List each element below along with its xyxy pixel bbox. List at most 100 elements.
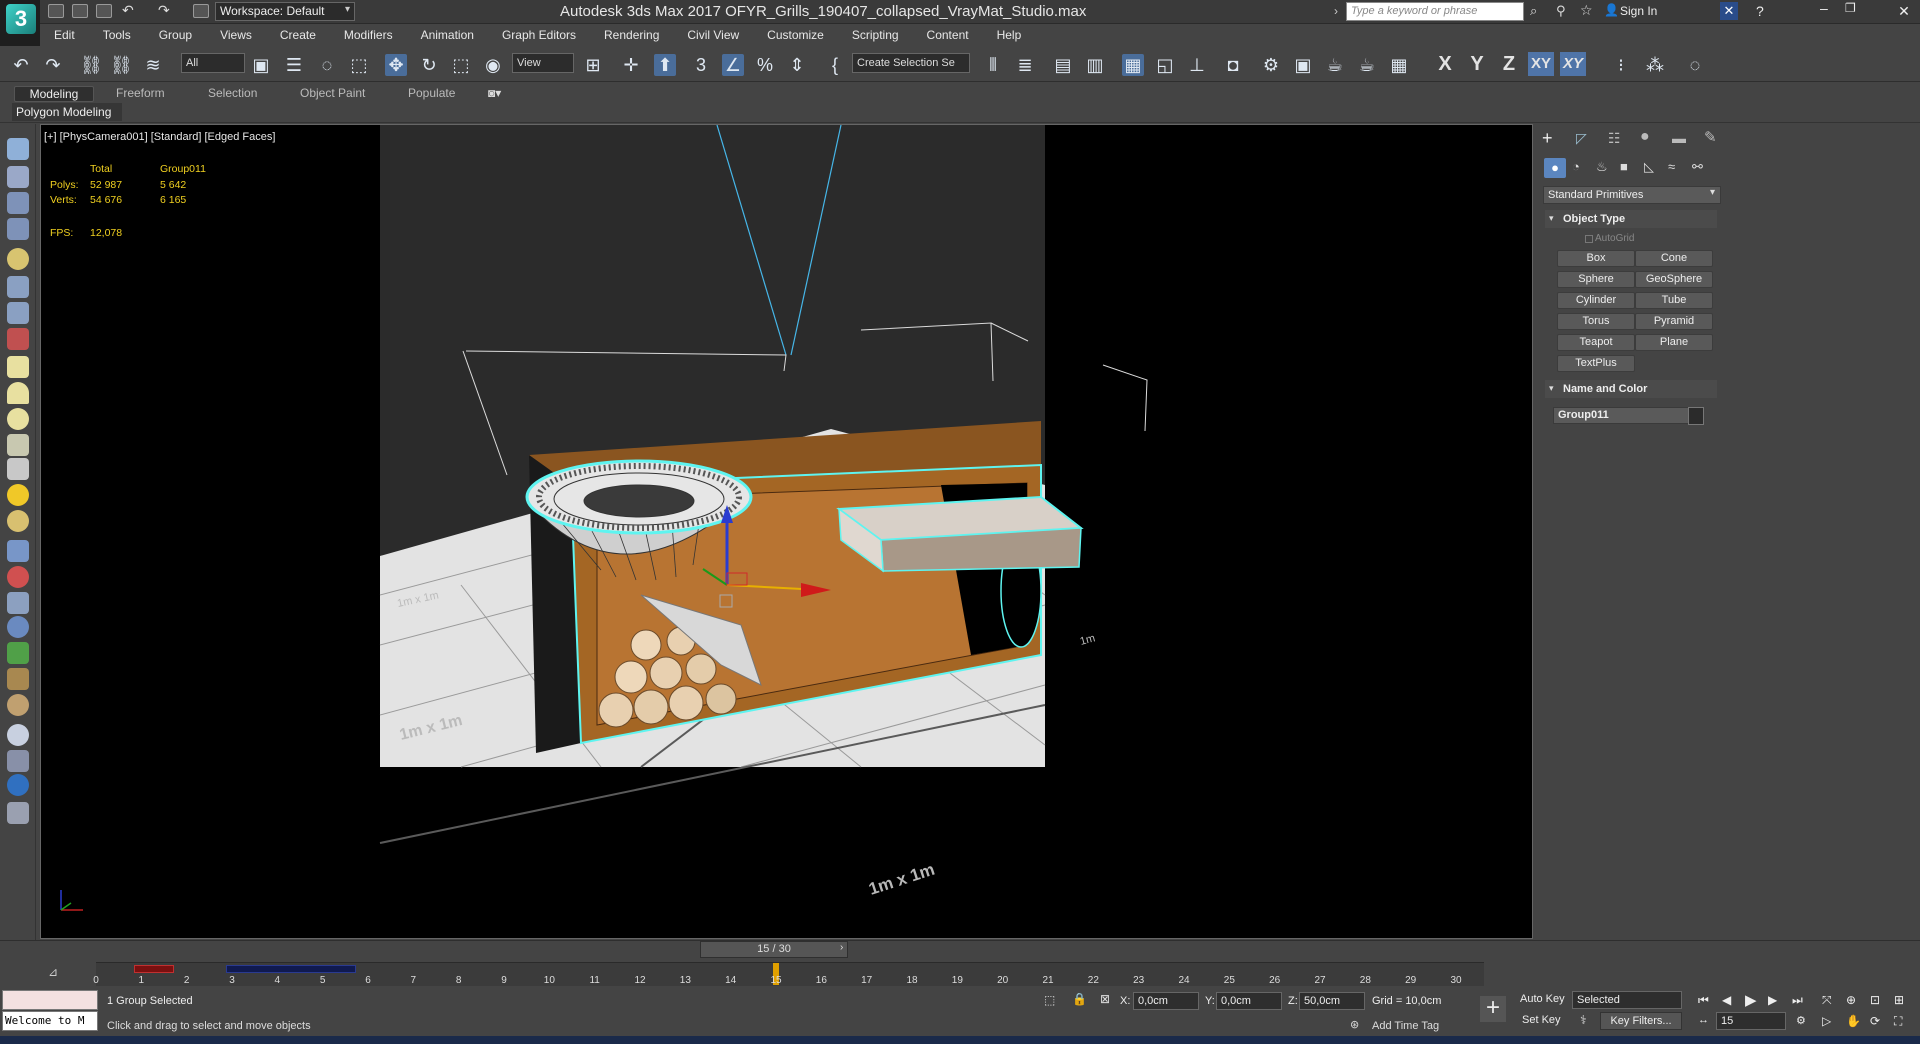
maximize-icon[interactable]: ❐ — [1845, 1, 1856, 15]
snaps-toggle-icon[interactable]: 3 — [690, 54, 712, 76]
menu-animation[interactable]: Animation — [421, 28, 474, 42]
autogrid-checkbox[interactable] — [1585, 235, 1593, 243]
y-coordinate-field[interactable]: 0,0cm — [1216, 992, 1282, 1010]
ribbon-tab-modeling[interactable]: Modeling — [14, 86, 94, 102]
x-coordinate-field[interactable]: 0,0cm — [1133, 992, 1199, 1010]
cloth-icon[interactable] — [7, 592, 29, 614]
dynamics-icon[interactable] — [7, 566, 29, 588]
layers-icon[interactable] — [7, 218, 29, 240]
storage-drawer[interactable] — [836, 495, 1084, 573]
hemisphere-icon[interactable] — [7, 382, 29, 404]
geometry-category-icon[interactable]: ● — [1544, 158, 1566, 178]
select-and-place-icon[interactable]: ◉ — [482, 54, 504, 76]
render-setup-icon[interactable]: ⚙ — [1260, 54, 1282, 76]
menu-scripting[interactable]: Scripting — [852, 28, 899, 42]
set-key-button[interactable]: Set Key — [1522, 1014, 1561, 1026]
systems-icon[interactable] — [7, 328, 29, 350]
key-mode-toggle-icon[interactable]: ↔ — [1698, 1014, 1709, 1026]
bind-space-warp-icon[interactable]: ≋ — [142, 54, 164, 76]
select-object-icon[interactable]: ▣ — [250, 54, 272, 76]
angle-snap-icon[interactable]: ∠ — [722, 54, 744, 76]
foliage-icon[interactable] — [7, 642, 29, 664]
menu-civil-view[interactable]: Civil View — [687, 28, 739, 42]
current-frame-field[interactable]: 15 — [1716, 1012, 1786, 1030]
ribbon-tab-freeform[interactable]: Freeform — [116, 86, 165, 102]
menu-content[interactable]: Content — [927, 28, 969, 42]
edit-named-selection-icon[interactable]: { — [824, 54, 846, 76]
render-sphere-icon[interactable] — [7, 724, 29, 746]
axis-z-button[interactable]: Z — [1496, 52, 1522, 76]
curve-editor-icon[interactable]: ◱ — [1154, 54, 1176, 76]
keyboard-shortcut-override-icon[interactable]: ⬆ — [654, 54, 676, 76]
redo-icon[interactable]: ↷ — [42, 54, 64, 76]
axis-x-button[interactable]: X — [1432, 52, 1458, 76]
chevron-down-icon[interactable]: ▾ — [1710, 187, 1715, 198]
layer-explorer-icon[interactable]: ▥ — [1084, 54, 1106, 76]
align-icon[interactable]: ≣ — [1014, 54, 1036, 76]
menu-graph-editors[interactable]: Graph Editors — [502, 28, 576, 42]
viewport-layout-icon[interactable] — [7, 166, 29, 188]
globe-icon[interactable] — [7, 616, 29, 638]
axis-y-button[interactable]: Y — [1464, 52, 1490, 76]
box-button[interactable]: Box — [1557, 250, 1635, 267]
mesh-tools-icon[interactable] — [7, 750, 29, 772]
selection-region-icon[interactable]: ◌ — [316, 54, 338, 76]
teapot-button[interactable]: Teapot — [1557, 334, 1635, 351]
named-selection-select[interactable]: Create Selection Se — [852, 53, 970, 73]
ribbon-tab-populate[interactable]: Populate — [408, 86, 455, 102]
key-filter-toggle-icon[interactable]: ⚕ — [1580, 1013, 1587, 1027]
ribbon-tab-selection[interactable]: Selection — [208, 86, 257, 102]
rendered-frame-window-icon[interactable]: ▣ — [1292, 54, 1314, 76]
time-slider[interactable]: 15 / 30 — [700, 941, 848, 958]
render-production-icon[interactable]: ☕ — [1324, 54, 1346, 76]
space-warps-category-icon[interactable]: ≈ — [1668, 159, 1675, 174]
document-icon[interactable] — [7, 802, 29, 824]
particles-icon[interactable] — [7, 540, 29, 562]
array-icon[interactable]: ⁂ — [1644, 54, 1666, 76]
key-marker[interactable] — [134, 965, 174, 973]
redo-icon[interactable]: ↷ — [158, 2, 170, 19]
app-logo[interactable]: 3 — [0, 0, 40, 48]
help-icon[interactable]: ? — [1756, 3, 1764, 19]
absolute-mode-icon[interactable]: ⊠ — [1100, 992, 1110, 1006]
search-input[interactable]: Type a keyword or phrase — [1346, 2, 1524, 21]
go-to-start-icon[interactable]: ⏮ — [1698, 993, 1709, 1008]
key-filters-button[interactable]: Key Filters... — [1600, 1012, 1682, 1030]
textplus-button[interactable]: TextPlus — [1557, 355, 1635, 372]
menu-edit[interactable]: Edit — [54, 28, 75, 42]
undo-icon[interactable]: ↶ — [122, 2, 134, 19]
display-tab-icon[interactable]: ▬ — [1672, 130, 1686, 146]
menu-group[interactable]: Group — [159, 28, 192, 42]
shapes-category-icon[interactable]: ◔ — [1572, 159, 1580, 174]
zoom-extents-icon[interactable]: ⊡ — [1870, 993, 1880, 1007]
box-primitive-icon[interactable] — [7, 356, 29, 378]
close-window-icon[interactable]: ✕ — [1888, 0, 1920, 22]
zoom-extents-all-icon[interactable]: ⊞ — [1894, 993, 1904, 1007]
hair-fur-icon[interactable] — [7, 668, 29, 690]
sphere-button[interactable]: Sphere — [1557, 271, 1635, 288]
render-iterative-icon[interactable]: ☕ — [1356, 54, 1378, 76]
rope-icon[interactable] — [7, 694, 29, 716]
teapot-icon[interactable] — [7, 138, 29, 160]
save-file-icon[interactable] — [96, 4, 112, 18]
project-folder-icon[interactable] — [193, 4, 209, 18]
lights-category-icon[interactable]: ♨ — [1596, 159, 1608, 175]
ribbon-options-icon[interactable]: ◙▾ — [488, 86, 501, 102]
space-warp-icon[interactable] — [7, 302, 29, 324]
window-crossing-icon[interactable]: ⬚ — [348, 54, 370, 76]
search-icon[interactable]: ⌕ — [1530, 3, 1537, 19]
helpers-category-icon[interactable]: ◺ — [1644, 159, 1654, 175]
cylinder-button[interactable]: Cylinder — [1557, 292, 1635, 309]
open-file-icon[interactable] — [72, 4, 88, 18]
zoom-icon[interactable]: ⤧ — [1822, 993, 1832, 1008]
geosphere-button[interactable]: GeoSphere — [1635, 271, 1713, 288]
torus-knot-icon[interactable] — [7, 434, 29, 456]
pyramid-button[interactable]: Pyramid — [1635, 313, 1713, 330]
schematic-view-icon[interactable]: ⊥ — [1186, 54, 1208, 76]
viewport[interactable]: 1m x 1m 1m x 1m 1m x 1m 1m — [40, 124, 1533, 939]
curve-editor-mini-icon[interactable]: ⊿ — [48, 965, 58, 979]
cone-button[interactable]: Cone — [1635, 250, 1713, 267]
percent-snap-icon[interactable]: % — [754, 54, 776, 76]
field-of-view-icon[interactable]: ▷ — [1822, 1014, 1831, 1028]
minimize-icon[interactable]: – — [1820, 0, 1828, 16]
